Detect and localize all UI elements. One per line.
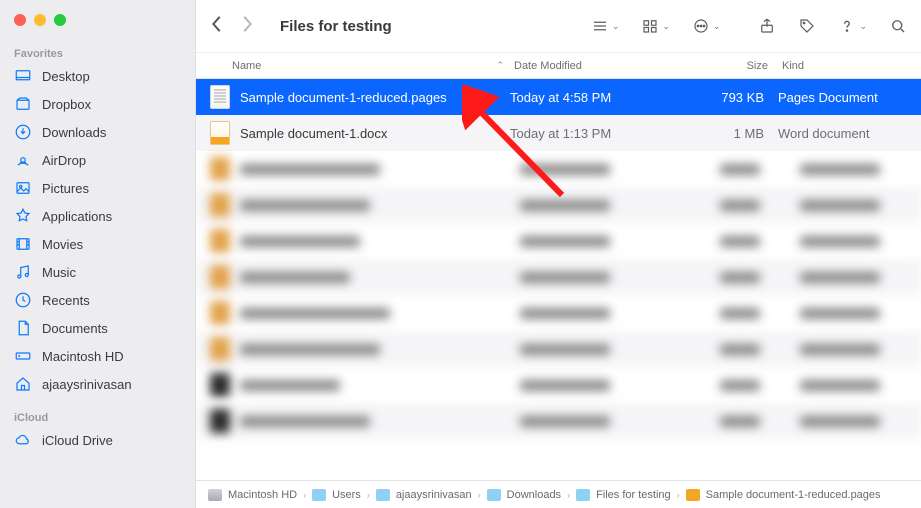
path-segment[interactable]: Users xyxy=(332,489,361,501)
sidebar-item-label: Music xyxy=(42,265,76,280)
dropbox-icon xyxy=(14,95,32,113)
path-segment[interactable]: Sample document-1-reduced.pages xyxy=(706,489,881,501)
doc-icon xyxy=(686,489,700,501)
sidebar-item-recents[interactable]: Recents xyxy=(0,286,195,314)
applications-icon xyxy=(14,207,32,225)
file-kind: Word document xyxy=(778,126,921,141)
zoom-window-button[interactable] xyxy=(54,14,66,26)
sidebar-item-label: Documents xyxy=(42,321,108,336)
close-window-button[interactable] xyxy=(14,14,26,26)
action-button[interactable]: ⌄ xyxy=(692,17,721,35)
group-button[interactable]: ⌄ xyxy=(641,17,670,35)
minimize-window-button[interactable] xyxy=(34,14,46,26)
file-row-redacted xyxy=(196,187,921,223)
sidebar-item-label: Dropbox xyxy=(42,97,91,112)
sidebar-item-label: Recents xyxy=(42,293,90,308)
sidebar-item-label: Applications xyxy=(42,209,112,224)
column-headers: Name⌃ Date Modified Size Kind xyxy=(196,53,921,79)
file-row[interactable]: Sample document-1-reduced.pages Today at… xyxy=(196,79,921,115)
airdrop-icon xyxy=(14,151,32,169)
sidebar-item-label: Desktop xyxy=(42,69,90,84)
sidebar: Favorites Desktop Dropbox Downloads AirD… xyxy=(0,0,195,508)
pictures-icon xyxy=(14,179,32,197)
path-segment[interactable]: Files for testing xyxy=(596,489,671,501)
sidebar-item-label: ajaaysrinivasan xyxy=(42,377,132,392)
file-row[interactable]: Sample document-1.docx Today at 1:13 PM … xyxy=(196,115,921,151)
file-row-redacted xyxy=(196,331,921,367)
sidebar-item-movies[interactable]: Movies xyxy=(0,230,195,258)
folder-icon xyxy=(487,489,501,501)
view-mode-button[interactable]: ⌄ xyxy=(591,17,620,35)
sidebar-item-macintosh-hd[interactable]: Macintosh HD xyxy=(0,342,195,370)
path-segment[interactable]: Macintosh HD xyxy=(228,489,297,501)
sidebar-item-dropbox[interactable]: Dropbox xyxy=(0,90,195,118)
sidebar-item-applications[interactable]: Applications xyxy=(0,202,195,230)
sidebar-item-desktop[interactable]: Desktop xyxy=(0,62,195,90)
hd-icon xyxy=(14,347,32,365)
file-date: Today at 4:58 PM xyxy=(510,90,688,105)
window-title: Files for testing xyxy=(280,18,392,35)
sidebar-item-documents[interactable]: Documents xyxy=(0,314,195,342)
file-size: 1 MB xyxy=(688,126,778,141)
sidebar-item-label: iCloud Drive xyxy=(42,433,113,448)
share-button[interactable] xyxy=(758,17,776,35)
documents-icon xyxy=(14,319,32,337)
sidebar-section-icloud: iCloud xyxy=(0,408,195,426)
file-row-redacted xyxy=(196,223,921,259)
sidebar-item-label: Downloads xyxy=(42,125,106,140)
sidebar-item-icloud-drive[interactable]: iCloud Drive xyxy=(0,426,195,454)
download-icon xyxy=(14,123,32,141)
folder-icon xyxy=(312,489,326,501)
sidebar-item-label: Pictures xyxy=(42,181,89,196)
sidebar-item-home[interactable]: ajaaysrinivasan xyxy=(0,370,195,398)
search-button[interactable] xyxy=(889,17,907,35)
main-pane: Files for testing ⌄ ⌄ ⌄ ⌄ Name⌃ Date Mod… xyxy=(195,0,921,508)
file-name: Sample document-1.docx xyxy=(240,126,510,141)
folder-icon xyxy=(576,489,590,501)
path-segment[interactable]: ajaaysrinivasan xyxy=(396,489,472,501)
sidebar-item-music[interactable]: Music xyxy=(0,258,195,286)
sidebar-item-label: Movies xyxy=(42,237,83,252)
pages-file-icon xyxy=(210,85,230,109)
window-controls xyxy=(0,8,195,44)
hd-icon xyxy=(208,489,222,501)
sidebar-item-pictures[interactable]: Pictures xyxy=(0,174,195,202)
column-date[interactable]: Date Modified xyxy=(514,60,692,72)
file-name: Sample document-1-reduced.pages xyxy=(240,90,510,105)
docx-file-icon xyxy=(210,121,230,145)
path-bar: Macintosh HD› Users› ajaaysrinivasan› Do… xyxy=(196,480,921,508)
sidebar-item-label: AirDrop xyxy=(42,153,86,168)
sidebar-section-favorites: Favorites xyxy=(0,44,195,62)
sort-ascending-icon: ⌃ xyxy=(496,60,504,71)
file-size: 793 KB xyxy=(688,90,778,105)
column-kind[interactable]: Kind xyxy=(782,60,921,72)
file-list: Sample document-1-reduced.pages Today at… xyxy=(196,79,921,480)
sidebar-item-airdrop[interactable]: AirDrop xyxy=(0,146,195,174)
file-row-redacted xyxy=(196,259,921,295)
file-kind: Pages Document xyxy=(778,90,921,105)
folder-icon xyxy=(376,489,390,501)
column-size[interactable]: Size xyxy=(692,60,782,72)
icloud-icon xyxy=(14,431,32,449)
toolbar: Files for testing ⌄ ⌄ ⌄ ⌄ xyxy=(196,0,921,53)
sidebar-item-downloads[interactable]: Downloads xyxy=(0,118,195,146)
path-segment[interactable]: Downloads xyxy=(507,489,561,501)
file-row-redacted xyxy=(196,295,921,331)
column-name[interactable]: Name⌃ xyxy=(232,60,514,72)
help-button[interactable]: ⌄ xyxy=(838,17,867,35)
file-row-redacted xyxy=(196,151,921,187)
sidebar-item-label: Macintosh HD xyxy=(42,349,124,364)
desktop-icon xyxy=(14,67,32,85)
tags-button[interactable] xyxy=(798,17,816,35)
file-date: Today at 1:13 PM xyxy=(510,126,688,141)
file-row-redacted xyxy=(196,403,921,439)
back-button[interactable] xyxy=(210,15,224,38)
movies-icon xyxy=(14,235,32,253)
home-icon xyxy=(14,375,32,393)
recents-icon xyxy=(14,291,32,309)
forward-button[interactable] xyxy=(240,15,254,38)
music-icon xyxy=(14,263,32,281)
file-row-redacted xyxy=(196,367,921,403)
